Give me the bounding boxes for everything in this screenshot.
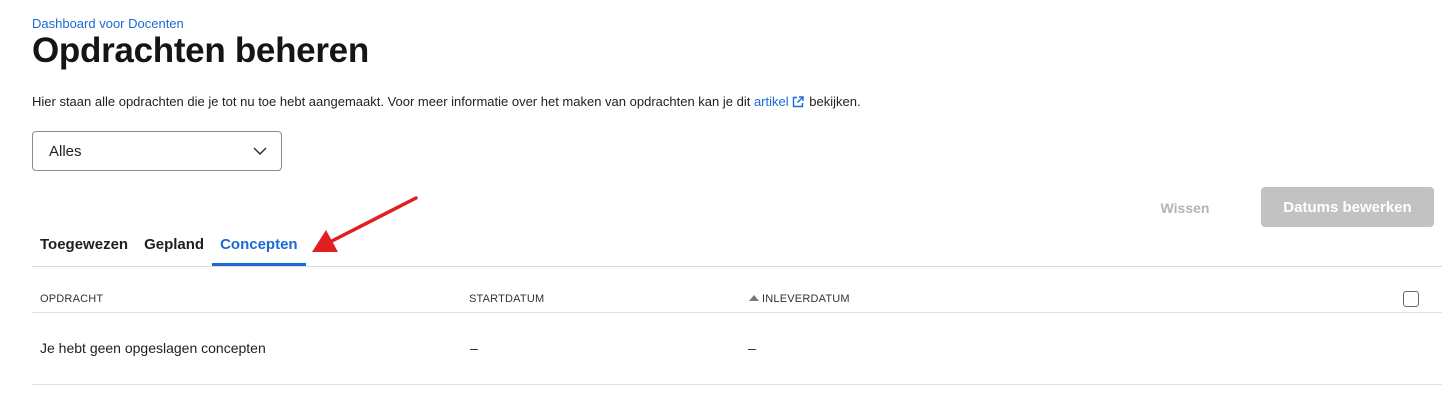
cell-startdatum: – (470, 340, 478, 356)
column-header-inleverdatum-label: INLEVERDATUM (762, 293, 850, 305)
tabs-divider (32, 266, 1442, 267)
intro-text: Hier staan alle opdrachten die je tot nu… (32, 94, 861, 109)
chevron-down-icon (253, 147, 267, 155)
column-header-inleverdatum[interactable]: INLEVERDATUM (749, 293, 850, 305)
tab-bar: Toegewezen Gepland Concepten (32, 236, 306, 266)
column-header-startdatum[interactable]: STARTDATUM (469, 293, 544, 305)
header-divider (32, 312, 1442, 313)
filter-select-value: Alles (49, 142, 82, 160)
tab-concepten[interactable]: Concepten (212, 236, 306, 266)
filter-select[interactable]: Alles (32, 131, 282, 171)
tab-gepland[interactable]: Gepland (136, 236, 212, 266)
intro-text-before: Hier staan alle opdrachten die je tot nu… (32, 94, 751, 109)
breadcrumb-link[interactable]: Dashboard voor Docenten (32, 16, 184, 31)
cell-inleverdatum: – (748, 340, 756, 356)
tab-toegewezen[interactable]: Toegewezen (32, 236, 136, 266)
row-divider (32, 384, 1442, 385)
intro-text-after: bekijken. (809, 94, 861, 109)
page-title: Opdrachten beheren (32, 31, 369, 70)
annotation-arrow-icon (312, 196, 418, 252)
edit-dates-button[interactable]: Datums bewerken (1261, 187, 1434, 227)
column-header-opdracht[interactable]: OPDRACHT (40, 293, 103, 305)
clear-button[interactable]: Wissen (1150, 199, 1220, 217)
empty-state-message: Je hebt geen opgeslagen concepten (40, 340, 266, 356)
external-link-icon (792, 96, 804, 108)
select-all-checkbox[interactable] (1403, 291, 1419, 307)
article-link[interactable]: artikel (754, 94, 789, 109)
sort-ascending-icon (749, 295, 759, 301)
